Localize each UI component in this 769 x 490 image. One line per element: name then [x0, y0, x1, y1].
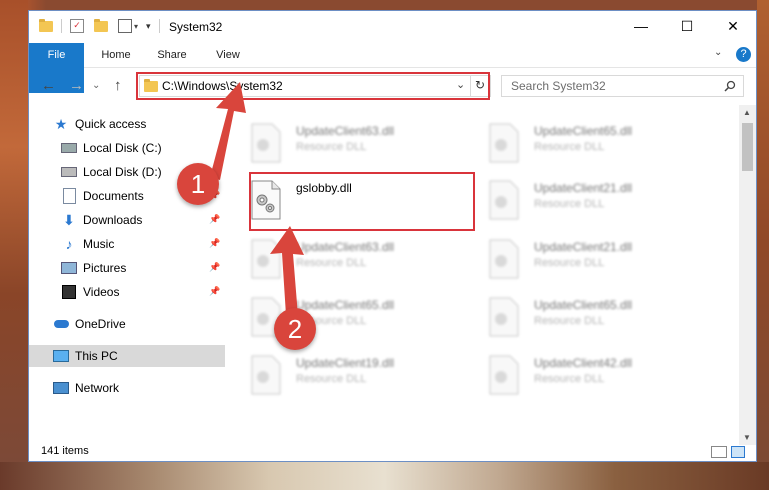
- step-badge-two: 2: [274, 308, 316, 350]
- arrow-one: [210, 82, 246, 180]
- step-badge-one: 1: [177, 163, 219, 205]
- annotation-arrows: [210, 82, 304, 316]
- arrow-two: [270, 226, 304, 316]
